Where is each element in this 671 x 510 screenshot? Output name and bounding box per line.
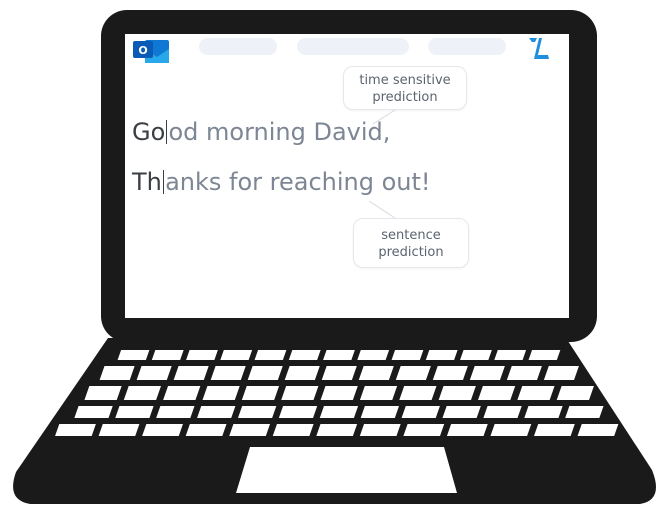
keyboard-key	[284, 366, 320, 380]
keyboard-key	[163, 386, 201, 400]
typed-text-line1: Go	[132, 118, 166, 146]
keyboard-key	[197, 406, 236, 418]
keyboard-key	[202, 386, 240, 400]
keyboard-key	[288, 350, 321, 360]
keyboard-key	[446, 424, 488, 436]
keyboard-key	[241, 386, 280, 400]
keyboard-key	[173, 366, 209, 380]
keyboard-key	[254, 350, 287, 360]
toolbar-pill-2[interactable]	[297, 38, 409, 55]
keyboard-key	[142, 424, 183, 436]
keyboard-key	[247, 366, 283, 380]
time-sensitive-sublabel: prediction	[372, 90, 438, 105]
keyboard-key	[403, 424, 445, 436]
keyboard-key	[99, 366, 135, 380]
greeting-line[interactable]: Go od morning David,	[132, 118, 390, 146]
keyboard-key	[210, 366, 246, 380]
keyboard-key	[528, 350, 561, 360]
keyboard-key	[84, 386, 122, 400]
keyboard-key	[357, 350, 390, 360]
keyboard-key	[115, 406, 154, 418]
toolbar-pill-1[interactable]	[199, 38, 277, 55]
text-caret	[162, 170, 165, 194]
keyboard-key	[517, 386, 555, 400]
keyboard-key	[220, 350, 253, 360]
toolbar-pill-3[interactable]	[428, 38, 506, 55]
keyboard-key	[319, 406, 359, 418]
keyboard-key	[281, 386, 319, 400]
keyboard-key	[185, 424, 227, 436]
trackpad	[236, 447, 457, 493]
keyboard-key	[399, 386, 437, 400]
keyboard-key	[323, 350, 355, 360]
keyboard-key	[98, 424, 140, 436]
sentence-callout: sentence prediction	[353, 218, 469, 268]
keyboard-key	[483, 406, 522, 418]
keyboard-key	[123, 386, 161, 400]
keyboard-key	[278, 406, 318, 418]
sentence-label: sentence	[381, 228, 441, 243]
keyboard-key	[237, 406, 277, 418]
body-line[interactable]: Th anks for reaching out!	[132, 168, 431, 196]
keyboard-key	[359, 424, 401, 436]
time-sensitive-callout: time sensitive prediction	[343, 66, 467, 110]
outlook-icon[interactable]: O	[131, 37, 171, 65]
keyboard-key	[186, 350, 218, 360]
typed-text-line2: Th	[132, 168, 162, 196]
keyboard-key	[438, 386, 476, 400]
keyboard-key	[524, 406, 563, 418]
time-sensitive-label: time sensitive	[359, 73, 451, 88]
keyboard-key	[391, 350, 424, 360]
keyboard-key	[478, 386, 516, 400]
keyboard-key	[359, 386, 398, 400]
keyboard-key	[494, 350, 527, 360]
keyboard-key	[442, 406, 481, 418]
outlook-letter: O	[138, 44, 147, 57]
keyboard-key	[320, 386, 358, 400]
keyboard-key	[272, 424, 314, 436]
keyboard-key	[490, 424, 532, 436]
keyboard-key	[156, 406, 195, 418]
keyboard-key	[316, 424, 358, 436]
keyboard-key	[556, 386, 594, 400]
keyboard-key	[534, 424, 575, 436]
keyboard-key	[151, 350, 184, 360]
keyboard-key	[401, 406, 440, 418]
keyboard-key	[117, 350, 150, 360]
keyboard-key	[543, 366, 579, 380]
keyboard-key	[74, 406, 113, 418]
typewise-logo-icon	[529, 38, 549, 59]
sentence-sublabel: prediction	[378, 245, 444, 260]
keyboard-key	[425, 350, 458, 360]
predicted-text-line1: od morning David,	[168, 118, 391, 146]
keyboard-key	[136, 366, 172, 380]
keyboard-key	[229, 424, 271, 436]
laptop-screen: O Go od morning David, Th anks for reachin…	[125, 34, 569, 318]
keyboard-key	[395, 366, 431, 380]
keyboard-key	[358, 366, 394, 380]
predicted-text-line2: anks for reaching out!	[165, 168, 431, 196]
keyboard-key	[565, 406, 604, 418]
keyboard-key	[321, 366, 357, 380]
keyboard-key	[432, 366, 468, 380]
keyboard-key	[55, 424, 96, 436]
keyboard-key	[460, 350, 492, 360]
keyboard-key	[577, 424, 619, 436]
keyboard-key	[469, 366, 505, 380]
keyboard-key	[360, 406, 400, 418]
keyboard-key	[506, 366, 542, 380]
